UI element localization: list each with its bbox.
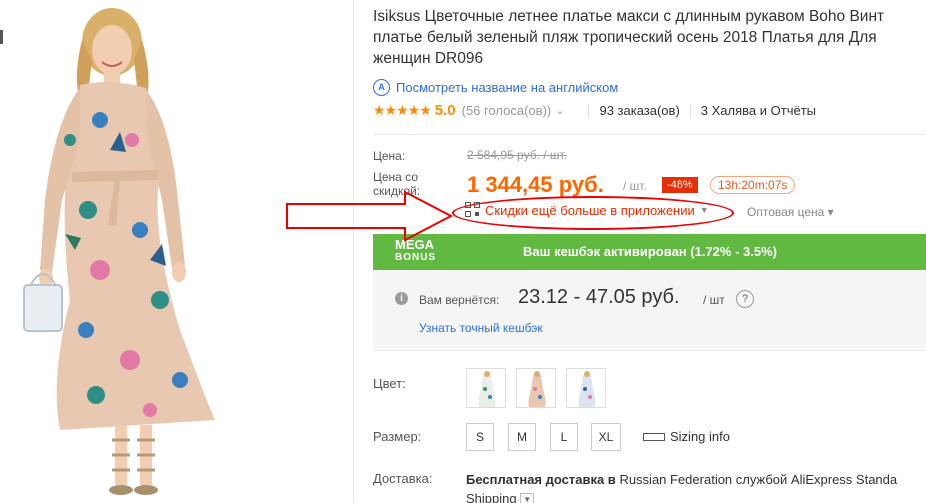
- wholesale-price-dropdown[interactable]: Оптовая цена ▾: [747, 205, 834, 219]
- cashback-box: i Вам вернётся: 23.12 - 47.05 руб. / шт …: [373, 270, 926, 348]
- chevron-down-icon[interactable]: ⌄: [555, 104, 564, 117]
- orders-separator: [689, 103, 691, 118]
- sizing-info-link[interactable]: Sizing info: [643, 429, 730, 444]
- shipping-method: Shipping: [466, 491, 517, 503]
- product-title-line-2: платье белый зеленый пляж тропический ос…: [373, 29, 877, 46]
- price-per-unit: / шт.: [623, 179, 647, 193]
- rating-value: 5.0: [434, 102, 456, 119]
- ruler-icon: [643, 432, 665, 441]
- discount-price: 1 344,45 руб.: [467, 172, 604, 197]
- orders-count: 93 заказа(ов): [599, 103, 680, 118]
- rating-row: ★★★★★ 5.0 (56 голоса(ов)) ⌄ 93 заказа(ов…: [373, 102, 816, 119]
- shipping-info: Бесплатная доставка в Russian Federation…: [466, 470, 926, 503]
- reviews-link[interactable]: 3 Халява и Отчёты: [701, 103, 816, 118]
- color-thumb-pink-dress: [528, 371, 546, 407]
- cashback-per-unit: / шт: [703, 293, 725, 307]
- dress-model-illustration: [23, 8, 215, 495]
- sizing-info-label: Sizing info: [670, 429, 730, 444]
- old-price: 2 584,95 руб. / шт.: [467, 148, 568, 162]
- translate-title-link[interactable]: A Посмотреть название на английском: [373, 79, 618, 96]
- size-option-l[interactable]: L: [550, 423, 578, 451]
- chevron-down-icon[interactable]: ▼: [520, 492, 535, 503]
- size-label: Размер:: [373, 429, 422, 444]
- size-option-xl[interactable]: XL: [591, 423, 621, 451]
- mega-bonus-bar: MEGA BONUS Ваш кешбэк активирован (1.72%…: [373, 234, 926, 270]
- shipping-label: Доставка:: [373, 471, 433, 486]
- color-thumb-blue-dress: [578, 371, 596, 407]
- cashback-amount: 23.12 - 47.05 руб.: [518, 286, 680, 308]
- cashback-activated-text: Ваш кешбэк активирован (1.72% - 3.5%): [523, 244, 777, 259]
- discount-price-label-1: Цена со: [373, 170, 418, 184]
- annotation-ellipse: [452, 196, 734, 230]
- exact-cashback-link[interactable]: Узнать точный кешбэк: [419, 321, 543, 335]
- options-divider: [373, 350, 926, 351]
- discount-badge: -48%: [662, 177, 698, 193]
- price-label: Цена:: [373, 149, 406, 163]
- product-title-line-1: Isiksus Цветочные летнее платье макси с …: [373, 8, 885, 25]
- help-icon[interactable]: ?: [736, 290, 754, 308]
- section-divider: [373, 134, 926, 135]
- cashback-label: Вам вернётся:: [419, 293, 500, 307]
- product-title-line-3: женщин DR096: [373, 50, 484, 67]
- product-title: Isiksus Цветочные летнее платье макси с …: [373, 6, 926, 69]
- shipping-destination: Russian Federation службой AliExpress St…: [619, 472, 898, 487]
- vertical-divider: [353, 0, 354, 503]
- rating-votes[interactable]: (56 голоса(ов)): [462, 103, 552, 118]
- rating-stars-icon: ★★★★★: [373, 102, 432, 118]
- color-option[interactable]: [466, 368, 506, 408]
- annotation-arrow-icon: [286, 190, 454, 242]
- color-option[interactable]: [566, 368, 606, 408]
- bonus-text-small: BONUS: [395, 252, 437, 263]
- rating-separator: [588, 103, 590, 118]
- product-image[interactable]: [0, 0, 353, 503]
- translate-icon: A: [373, 79, 390, 96]
- size-option-s[interactable]: S: [466, 423, 494, 451]
- color-option[interactable]: [516, 368, 556, 408]
- product-info-panel: Isiksus Цветочные летнее платье макси с …: [355, 0, 926, 503]
- free-shipping-text: Бесплатная доставка в: [466, 472, 616, 487]
- translate-link-label: Посмотреть название на английском: [396, 80, 619, 95]
- info-icon: i: [395, 292, 408, 305]
- color-label: Цвет:: [373, 376, 406, 391]
- size-option-m[interactable]: M: [508, 423, 536, 451]
- color-thumb-white-dress: [478, 371, 496, 407]
- countdown-timer: 13h:20m:07s: [710, 176, 796, 194]
